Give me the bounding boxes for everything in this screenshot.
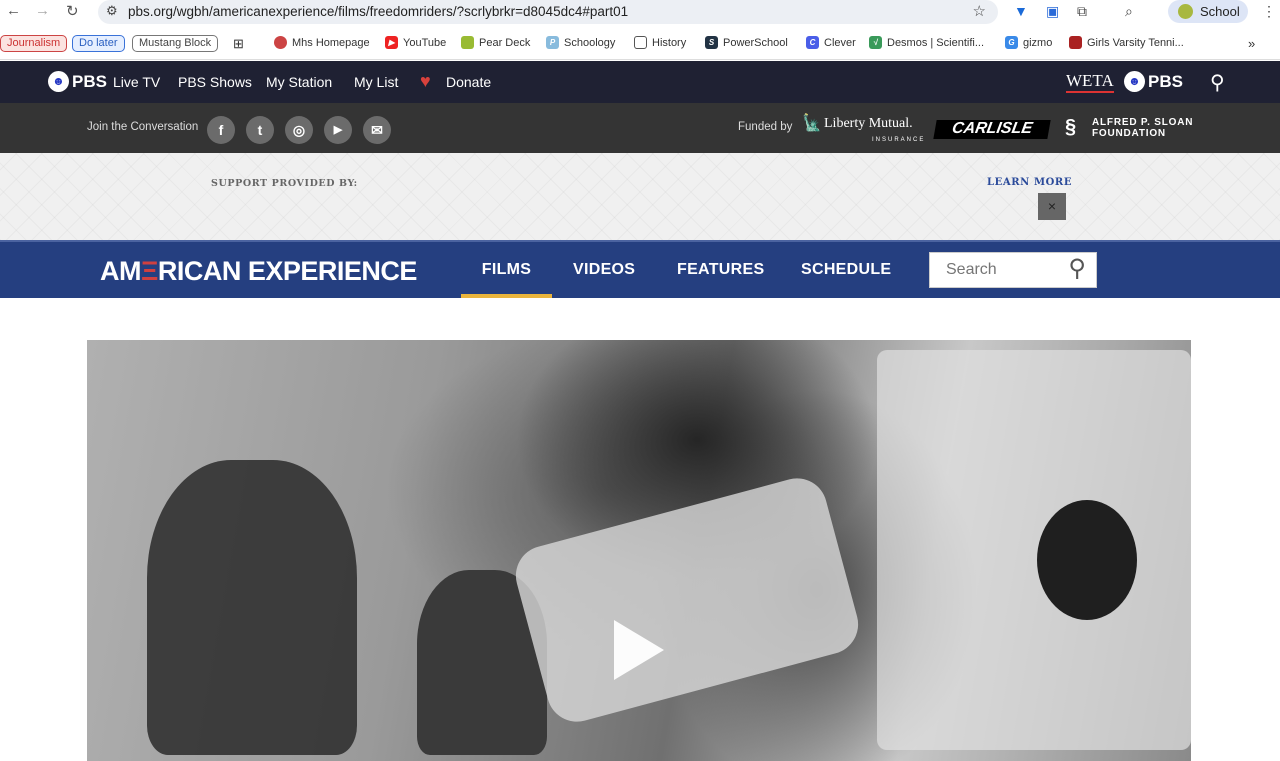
nav-my-station[interactable]: My Station	[266, 74, 332, 90]
weta-logo[interactable]: WETA	[1066, 71, 1114, 93]
avatar	[1178, 4, 1193, 19]
video-player[interactable]	[87, 340, 1191, 761]
close-ad-button[interactable]: ×	[1038, 193, 1066, 220]
tab-search-icon[interactable]: ⌕	[1125, 3, 1133, 20]
bookmark-girls-varsity-tennis[interactable]: Girls Varsity Tenni...	[1069, 36, 1184, 49]
photo-figure	[1037, 500, 1137, 620]
search-icon[interactable]: ⚲	[1210, 70, 1225, 95]
bookmark-star-icon[interactable]: ☆	[973, 2, 986, 20]
sloan-logo[interactable]: § ALFRED P. SLOAN FOUNDATION	[1065, 116, 1193, 139]
bookmarks-bar: Journalism Do later Mustang Block ⊞ Mhs …	[0, 26, 1280, 60]
pbs-head-icon: ☻	[1124, 71, 1145, 92]
photo-bus	[509, 471, 865, 729]
tab-features[interactable]: FEATURES	[677, 242, 764, 298]
forward-icon[interactable]: →	[35, 2, 50, 19]
tab-films[interactable]: FILMS	[461, 242, 552, 298]
profile-name: School	[1200, 4, 1240, 19]
funded-by-label: Funded by	[738, 121, 793, 133]
station-pbs-logo[interactable]: ☻ PBS	[1124, 71, 1183, 92]
search-input[interactable]	[930, 253, 1060, 287]
photo-bus-side	[877, 350, 1191, 750]
bookmark-desmos[interactable]: √ Desmos | Scientifi...	[869, 36, 984, 49]
bookmark-schoology[interactable]: P Schoology	[546, 36, 615, 49]
american-experience-nav: AMΞRICAN EXPERIENCE FILMS VIDEOS FEATURE…	[0, 240, 1280, 298]
browser-toolbar: ← → ↻ ⚙ pbs.org/wgbh/americanexperience/…	[0, 0, 1280, 26]
carlisle-logo[interactable]: CARLISLE	[933, 120, 1051, 139]
extension-icon[interactable]: ▣	[1046, 3, 1059, 20]
more-bookmarks-icon[interactable]: »	[1248, 36, 1255, 51]
social-funders-bar: Join the Conversation f t ◎ ▶ ✉ Funded b…	[0, 103, 1280, 153]
nav-my-list[interactable]: My List	[354, 74, 398, 90]
statue-icon: 🗽	[802, 115, 822, 132]
bookmark-mhs-homepage[interactable]: Mhs Homepage	[274, 36, 370, 49]
back-icon[interactable]: ←	[6, 2, 21, 19]
american-experience-logo[interactable]: AMΞRICAN EXPERIENCE	[100, 256, 417, 287]
menu-icon[interactable]: ⋮	[1262, 3, 1276, 20]
bookmark-powerschool[interactable]: S PowerSchool	[705, 36, 788, 49]
reload-icon[interactable]: ↻	[66, 2, 79, 20]
apps-grid-icon[interactable]: ⊞	[233, 36, 244, 52]
learn-more-link[interactable]: LEARN MORE	[987, 177, 1072, 188]
tab-videos[interactable]: VIDEOS	[573, 242, 635, 298]
support-label: SUPPORT PROVIDED BY:	[211, 178, 358, 189]
sloan-s-icon: §	[1065, 116, 1077, 138]
site-info-icon[interactable]: ⚙	[106, 3, 118, 19]
search-box: ⚲	[929, 252, 1097, 288]
join-conversation-label: Join the Conversation	[87, 121, 199, 133]
heart-icon: ♥	[420, 71, 431, 91]
twitter-icon[interactable]: t	[246, 116, 274, 144]
url-text: pbs.org/wgbh/americanexperience/films/fr…	[128, 4, 629, 19]
bookmark-journalism[interactable]: Journalism	[0, 35, 68, 52]
search-icon[interactable]: ⚲	[1068, 255, 1086, 283]
nav-pbs-shows[interactable]: PBS Shows	[178, 74, 252, 90]
pbs-nav: ☻ PBS Live TV PBS Shows My Station My Lis…	[0, 61, 1280, 103]
address-bar[interactable]: ⚙ pbs.org/wgbh/americanexperience/films/…	[98, 0, 998, 24]
bookmark-gizmo[interactable]: Ggizmo	[1005, 36, 1052, 49]
play-icon[interactable]	[614, 620, 664, 680]
tab-schedule[interactable]: SCHEDULE	[801, 242, 891, 298]
liberty-mutual-logo[interactable]: 🗽 Liberty Mutual. INSURANCE	[802, 113, 923, 143]
photo-figure	[147, 460, 357, 755]
pbs-logo[interactable]: ☻ PBS	[48, 71, 107, 92]
bookmark-mustang-block[interactable]: Mustang Block	[132, 35, 219, 52]
facebook-icon[interactable]: f	[207, 116, 235, 144]
bookmark-youtube[interactable]: ▶ YouTube	[385, 36, 446, 49]
email-icon[interactable]: ✉	[363, 116, 391, 144]
bookmark-clever[interactable]: C Clever	[806, 36, 856, 49]
bookmark-pear-deck[interactable]: Pear Deck	[461, 36, 530, 49]
nav-donate[interactable]: Donate	[446, 74, 491, 90]
extensions-puzzle-icon[interactable]: ⧉	[1077, 3, 1087, 20]
nav-live-tv[interactable]: Live TV	[113, 74, 160, 90]
youtube-icon[interactable]: ▶	[324, 116, 352, 144]
bookmark-do-later[interactable]: Do later	[72, 35, 125, 52]
extension-icon[interactable]: ▼	[1014, 3, 1028, 19]
bookmark-folder-history[interactable]: History	[634, 36, 686, 49]
profile-button[interactable]: School	[1168, 0, 1248, 23]
instagram-icon[interactable]: ◎	[285, 116, 313, 144]
sponsor-banner: SUPPORT PROVIDED BY: LEARN MORE ×	[0, 153, 1280, 240]
pbs-head-icon: ☻	[48, 71, 69, 92]
